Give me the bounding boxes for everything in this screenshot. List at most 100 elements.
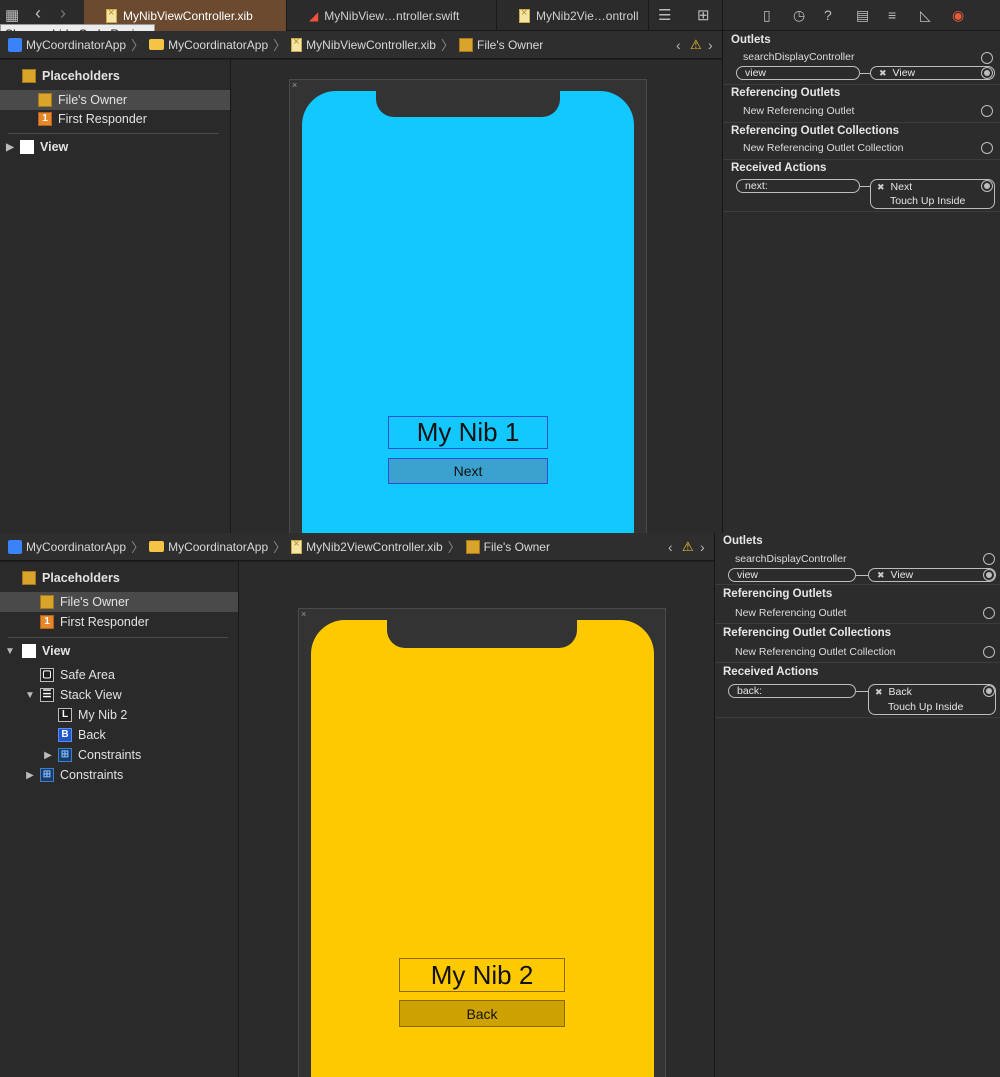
stack-view-icon: ☰ (40, 688, 54, 702)
back-arrow-icon[interactable]: ‹ (35, 3, 41, 24)
safe-area-icon: ▢ (40, 668, 54, 682)
action-target-pill[interactable]: ✖ Next Touch Up Inside (870, 179, 995, 209)
action-target-pill[interactable]: ✖ Back Touch Up Inside (868, 684, 996, 715)
disconnect-icon[interactable]: ✖ (875, 687, 883, 697)
disconnect-icon[interactable]: ✖ (877, 182, 885, 192)
referencing-outlet-circle[interactable] (981, 105, 993, 117)
outline-files-owner[interactable]: File's Owner (0, 592, 238, 612)
next-issue-icon[interactable]: › (700, 539, 705, 555)
disclosure-triangle-down-icon[interactable]: ▼ (24, 690, 36, 701)
outline-label-my-nib-2[interactable]: L My Nib 2 (0, 705, 238, 725)
breadcrumb-folder[interactable]: MyCoordinatorApp (149, 38, 268, 52)
outline-view[interactable]: ▶ View (0, 137, 230, 157)
breadcrumb-object[interactable]: File's Owner (465, 539, 550, 554)
outlet-view-target-pill[interactable]: ✖ View (870, 66, 995, 80)
constraints-icon: ⊞ (40, 768, 54, 782)
outlet-connected-circle[interactable] (983, 569, 995, 581)
outline-first-responder[interactable]: 1 First Responder (0, 109, 230, 129)
size-inspector-icon[interactable]: ◺ (920, 7, 931, 24)
breadcrumb-file[interactable]: MyNib2ViewController.xib (291, 538, 443, 554)
device-notch (376, 91, 560, 117)
disclosure-triangle-icon[interactable]: ▶ (4, 142, 16, 153)
outline-stack-view[interactable]: ▼ ☰ Stack View (0, 685, 238, 705)
next-button[interactable]: Next (388, 458, 548, 484)
disclosure-triangle-down-icon[interactable]: ▼ (4, 646, 16, 657)
outline-view[interactable]: ▼ View (0, 641, 238, 661)
close-scene-icon[interactable]: × (301, 609, 306, 619)
constraints-icon: ⊞ (58, 748, 72, 762)
history-icon[interactable]: ◷ (793, 7, 805, 24)
outline-divider (8, 133, 219, 134)
inspector-tab-bar: ▯ ◷ ? ▤ ≡ ◺ ◉ (723, 0, 1000, 31)
previous-issue-icon[interactable]: ‹ (668, 539, 673, 555)
outlet-connected-circle[interactable] (981, 67, 993, 79)
received-actions-section: Received Actions next: ✖ Next Touch Up In… (723, 160, 1000, 212)
referencing-outlet-circle[interactable] (983, 607, 995, 619)
add-editor-icon[interactable]: ⊞ (697, 6, 710, 24)
tab-mynib2viewcontroller[interactable]: MyNib2Vie…ontroll (497, 0, 649, 31)
referencing-outlets-section: Referencing Outlets New Referencing Outl… (715, 585, 1000, 624)
my-nib-1-label[interactable]: My Nib 1 (388, 416, 548, 449)
outline-constraints-outer[interactable]: ▶ ⊞ Constraints (0, 765, 238, 785)
action-connected-circle[interactable] (981, 180, 993, 192)
xib-file-icon (291, 538, 303, 554)
outline-first-responder[interactable]: 1 First Responder (0, 612, 238, 632)
action-next-pill[interactable]: next: (736, 179, 860, 193)
outline-constraints-inner[interactable]: ▶ ⊞ Constraints (0, 745, 238, 765)
outlet-connect-circle[interactable] (981, 52, 993, 64)
attributes-inspector-icon[interactable]: ≡ (888, 7, 896, 23)
outlets-title: Outlets (731, 34, 771, 46)
previous-issue-icon[interactable]: ‹ (676, 37, 681, 53)
top-connections-inspector: ▯ ◷ ? ▤ ≡ ◺ ◉ Outlets searchDisplayContr… (722, 0, 1000, 533)
my-nib-2-label[interactable]: My Nib 2 (399, 958, 565, 992)
outline-placeholders[interactable]: Placeholders (0, 66, 230, 86)
grid-icon[interactable]: ▦ (5, 6, 19, 24)
bottom-jump-bar: MyCoordinatorApp 〉 MyCoordinatorApp 〉 My… (0, 533, 714, 561)
connections-inspector-icon[interactable]: ◉ (952, 7, 964, 24)
breadcrumb-folder[interactable]: MyCoordinatorApp (149, 540, 268, 554)
referencing-collections-section: Referencing Outlet Collections New Refer… (715, 624, 1000, 663)
back-button[interactable]: Back (399, 1000, 565, 1027)
outline-files-owner[interactable]: File's Owner (0, 90, 230, 110)
breadcrumb-project[interactable]: MyCoordinatorApp (8, 37, 126, 52)
tab-mynibviewcontroller-swift[interactable]: ◢ MyNibView…ntroller.swift (287, 0, 497, 31)
bottom-canvas[interactable]: × My Nib 2 Back (239, 562, 714, 1077)
forward-arrow-icon[interactable]: › (60, 3, 66, 24)
referencing-outlets-title: Referencing Outlets (731, 87, 841, 99)
warning-icon[interactable]: ⚠ (682, 539, 694, 555)
identity-inspector-icon[interactable]: ▤ (856, 7, 869, 24)
disconnect-icon[interactable]: ✖ (877, 570, 885, 580)
outline-placeholders[interactable]: Placeholders (0, 568, 238, 588)
file-inspector-icon[interactable]: ▯ (763, 7, 771, 24)
outlet-view-pill[interactable]: view (728, 568, 856, 582)
disconnect-icon[interactable]: ✖ (879, 68, 887, 78)
outline-button-back[interactable]: B Back (0, 725, 238, 745)
outlets-section: Outlets searchDisplayController view ✖ Vi… (723, 31, 1000, 85)
outline-safe-area[interactable]: ▢ Safe Area (0, 665, 238, 685)
disclosure-triangle-icon[interactable]: ▶ (24, 770, 36, 781)
outlets-title: Outlets (723, 535, 763, 547)
action-back-pill[interactable]: back: (728, 684, 856, 698)
top-canvas[interactable]: × My Nib 1 Next (231, 60, 722, 539)
outlet-view-pill[interactable]: view (736, 66, 860, 80)
help-icon[interactable]: ? (824, 7, 832, 23)
outlet-connect-circle[interactable] (983, 553, 995, 565)
cube-icon (22, 69, 36, 83)
breadcrumb-file[interactable]: MyNibViewController.xib (291, 36, 436, 52)
referencing-collection-circle[interactable] (983, 646, 995, 658)
code-review-icon[interactable]: ☰ (658, 6, 671, 24)
breadcrumb-project[interactable]: MyCoordinatorApp (8, 539, 126, 554)
referencing-collections-title: Referencing Outlet Collections (723, 627, 892, 639)
action-connected-circle[interactable] (983, 685, 995, 697)
outlet-view-target-pill[interactable]: ✖ View (868, 568, 996, 582)
disclosure-triangle-icon[interactable]: ▶ (42, 750, 54, 761)
top-jump-bar: MyCoordinatorApp 〉 MyCoordinatorApp 〉 My… (0, 31, 722, 59)
received-actions-title: Received Actions (731, 162, 827, 174)
close-scene-icon[interactable]: × (292, 80, 297, 90)
warning-icon[interactable]: ⚠ (690, 37, 702, 53)
new-referencing-outlet: New Referencing Outlet (743, 105, 855, 117)
next-issue-icon[interactable]: › (708, 37, 713, 53)
tab-label: MyNibView…ntroller.swift (324, 8, 460, 23)
breadcrumb-object[interactable]: File's Owner (459, 37, 543, 52)
referencing-collection-circle[interactable] (981, 142, 993, 154)
